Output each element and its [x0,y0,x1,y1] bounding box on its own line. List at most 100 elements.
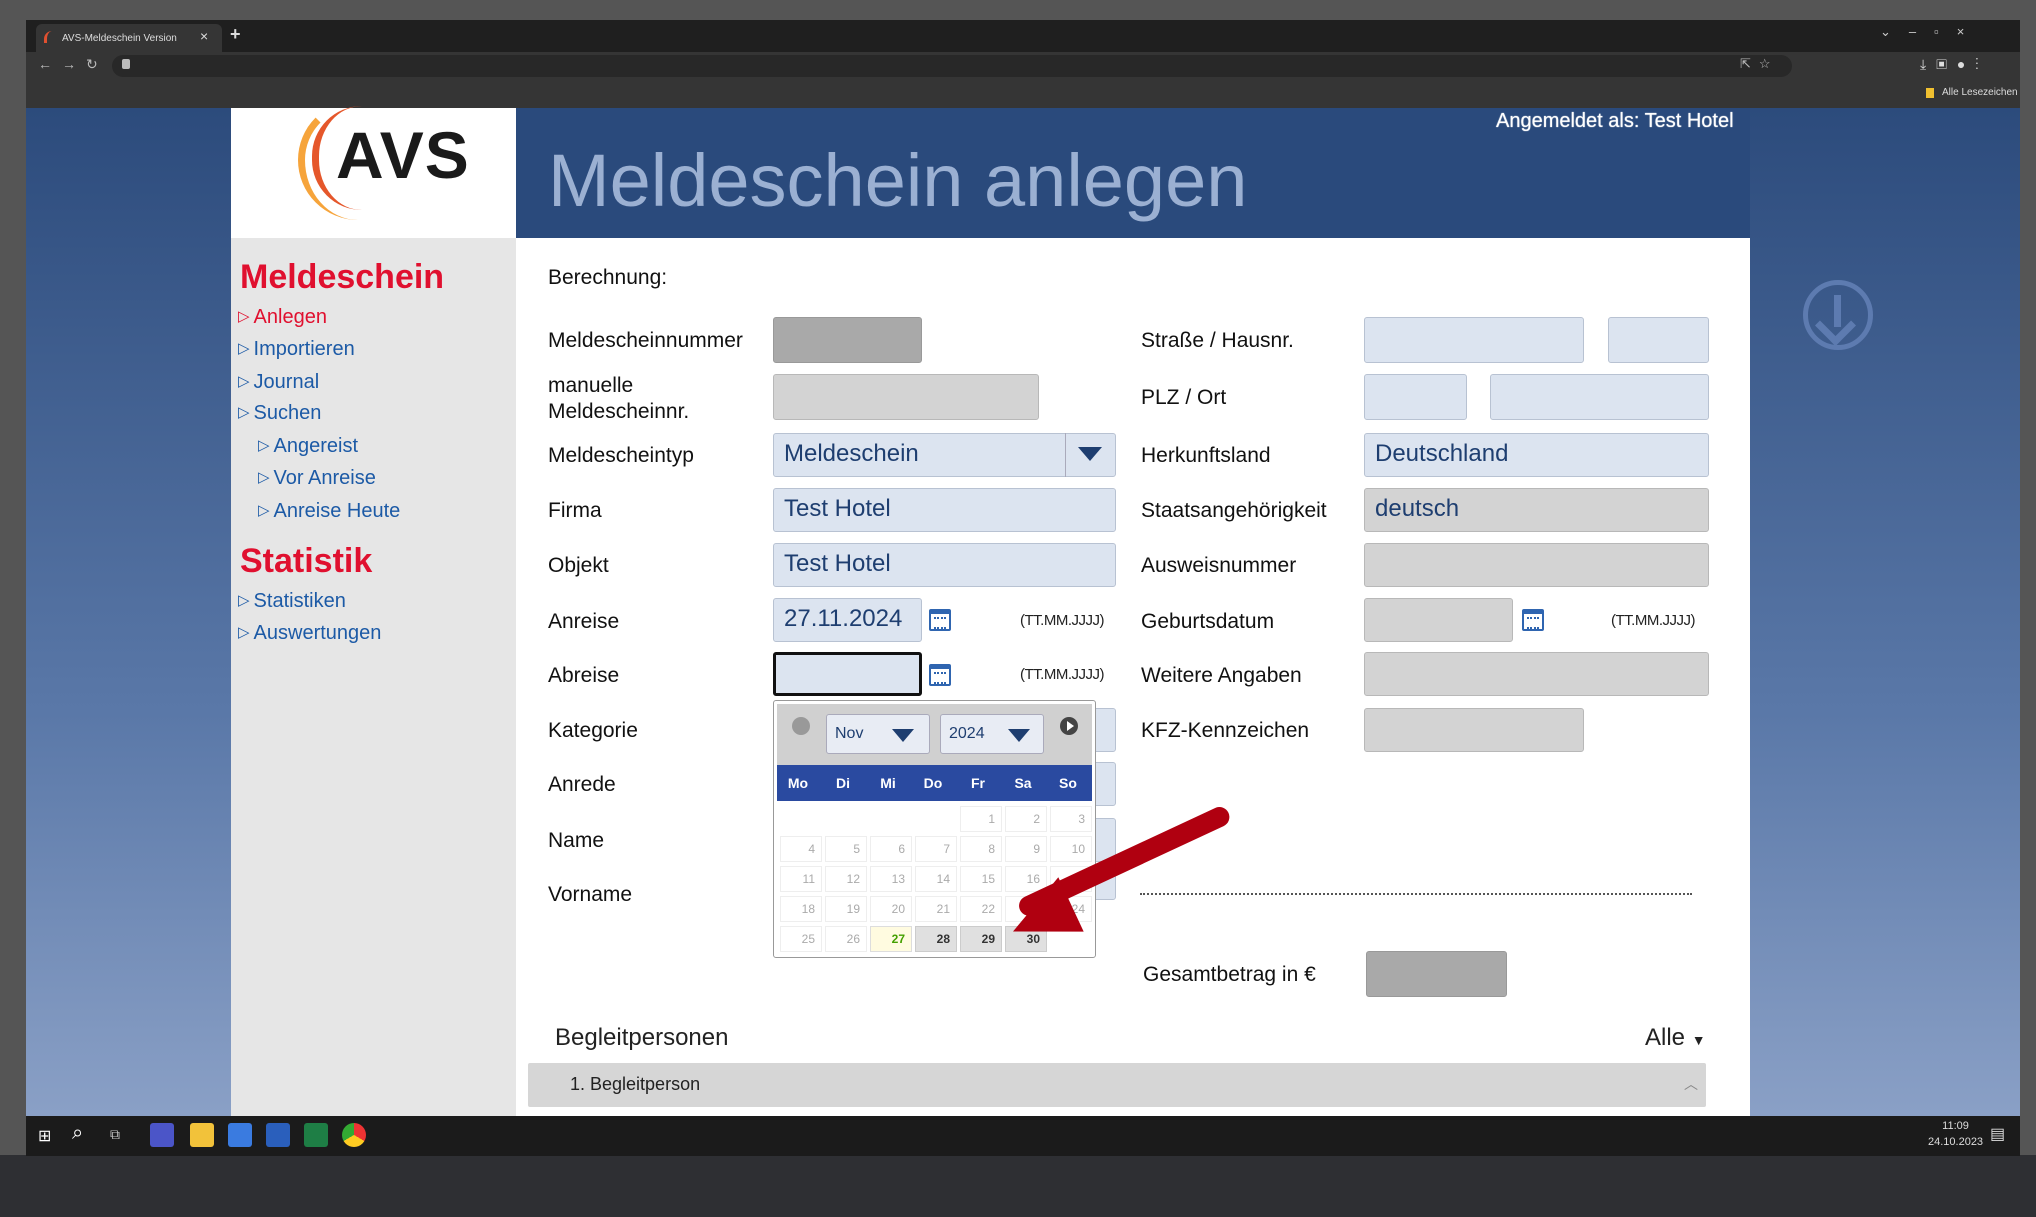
page-title: Meldeschein anlegen [548,139,1248,222]
abreise-format: (TT.MM.JJJJ) [1020,666,1104,683]
plz-field[interactable] [1364,374,1467,420]
chevron-down-icon[interactable] [1065,433,1115,477]
label-meldescheintyp: Meldescheintyp [548,444,694,467]
remote-desktop-icon[interactable] [228,1123,252,1147]
window-controls[interactable]: ⌄–▫× [1880,24,1982,40]
label-vorname: Vorname [548,883,633,906]
hausnr-field[interactable] [1608,317,1709,363]
weitere-angaben-field[interactable] [1364,652,1709,696]
day-cell: 22 [960,896,1002,922]
share-star-icons[interactable]: ⇱☆ [1740,56,1779,72]
day-cell: 9 [1005,836,1047,862]
outlook-icon[interactable] [266,1123,290,1147]
label-meldescheinnummer: Meldescheinnummer [548,329,743,352]
arrow-down-circle-icon[interactable] [1803,280,1873,350]
file-explorer-icon[interactable] [190,1123,214,1147]
calendar-icon[interactable] [929,664,951,686]
day-cell: 13 [870,866,912,892]
abreise-field[interactable] [773,652,922,696]
sidebar-item-vor-anreise[interactable]: Vor Anreise [258,467,376,490]
ort-field[interactable] [1490,374,1709,420]
day-cell[interactable]: 29 [960,926,1002,952]
day-cell[interactable]: 27 [870,926,912,952]
chevron-up-icon[interactable]: ︿ [1684,1074,1698,1094]
calendar-icon[interactable] [929,609,951,631]
day-cell[interactable]: 28 [915,926,957,952]
begleitperson-panel[interactable] [528,1063,1706,1107]
label-geburtsdatum: Geburtsdatum [1141,610,1275,633]
nav-buttons[interactable]: ←→↻ [38,56,108,73]
begleit-filter[interactable]: Alle ▼ [1645,1024,1706,1052]
day-cell: 2 [1005,806,1047,832]
lock-icon [122,59,130,69]
month-select[interactable]: Nov [826,714,930,754]
firma-field[interactable]: Test Hotel [773,488,1116,532]
tab-title: AVS-Meldeschein Version [62,33,177,44]
staatsangehoerigkeit-field[interactable]: deutsch [1364,488,1709,532]
day-cell: 1 [960,806,1002,832]
teams-icon[interactable] [150,1123,174,1147]
outer-frame-bottom [0,1155,2036,1217]
address-bar[interactable] [112,55,1792,77]
begleitpersonen-title: Begleitpersonen [555,1024,729,1051]
manuelle-meldescheinnr-field[interactable] [773,374,1039,420]
day-cell: 6 [870,836,912,862]
new-tab-icon[interactable]: + [230,24,241,45]
chevron-down-icon [1008,729,1030,742]
bookmark-all[interactable]: Alle Lesezeichen [1942,87,2018,98]
sidebar-item-anreise-heute[interactable]: Anreise Heute [258,500,401,523]
next-month-icon[interactable] [1060,717,1078,735]
sidebar-item-journal[interactable]: Journal [238,371,320,394]
label-kfz: KFZ-Kennzeichen [1141,719,1310,742]
day-cell: 7 [915,836,957,862]
weekday-label: Di [836,775,850,791]
excel-icon[interactable] [304,1123,328,1147]
ausweisnummer-field[interactable] [1364,543,1709,587]
notification-icon[interactable]: ▤ [1990,1124,2005,1144]
sidebar-item-anlegen[interactable]: Anlegen [238,306,327,329]
day-cell: 8 [960,836,1002,862]
kfz-field[interactable] [1364,708,1584,752]
weekday-label: Mo [787,775,809,791]
windows-start-icon[interactable]: ⊞ [38,1126,51,1146]
close-tab-icon[interactable]: × [200,28,208,44]
sidebar [231,238,516,1116]
strasse-field[interactable] [1364,317,1584,363]
browser-tab[interactable]: AVS-Meldeschein Version [36,24,222,52]
sidebar-item-importieren[interactable]: Importieren [238,338,355,361]
sidebar-item-auswertungen[interactable]: Auswertungen [238,622,382,645]
label-name: Name [548,829,605,852]
weekday-label: Do [923,775,943,791]
date: 24.10.2023 [1928,1136,1984,1148]
weekday-label: So [1059,775,1077,791]
anreise-field[interactable]: 27.11.2024 [773,598,922,642]
sidebar-item-statistiken[interactable]: Statistiken [238,590,346,613]
objekt-field[interactable]: Test Hotel [773,543,1116,587]
sidebar-item-suchen[interactable]: Suchen [238,402,322,425]
task-view-icon[interactable]: ⧉ [110,1126,120,1143]
label-weitere-angaben: Weitere Angaben [1141,664,1302,687]
day-cell: 19 [825,896,867,922]
geburtsdatum-field[interactable] [1364,598,1513,642]
day-cell: 11 [780,866,822,892]
label-anreise: Anreise [548,610,620,633]
toolbar-icons[interactable]: ⤓▣●⋮ [1920,56,1989,73]
logo: AVS [336,118,470,192]
search-icon[interactable]: ⌕ [72,1122,83,1145]
calendar-icon[interactable] [1522,609,1544,631]
label-ausweisnummer: Ausweisnummer [1141,554,1297,577]
caret-down-icon: ▼ [1691,1032,1706,1048]
herkunftsland-field[interactable]: Deutschland [1364,433,1709,477]
label-kategorie: Kategorie [548,719,638,742]
meldescheinnummer-field [773,317,922,363]
sidebar-item-angereist[interactable]: Angereist [258,435,359,458]
datepicker-header [777,704,1092,772]
day-cell: 20 [870,896,912,922]
chrome-icon[interactable] [342,1123,366,1147]
weekday-label: Mi [880,775,896,791]
prev-month-icon[interactable] [792,717,810,735]
weekday-label: Fr [971,775,985,791]
bookmark-bar [26,80,2020,108]
day-cell: 10 [1050,836,1092,862]
sidebar-section-statistik: Statistik [240,542,373,580]
